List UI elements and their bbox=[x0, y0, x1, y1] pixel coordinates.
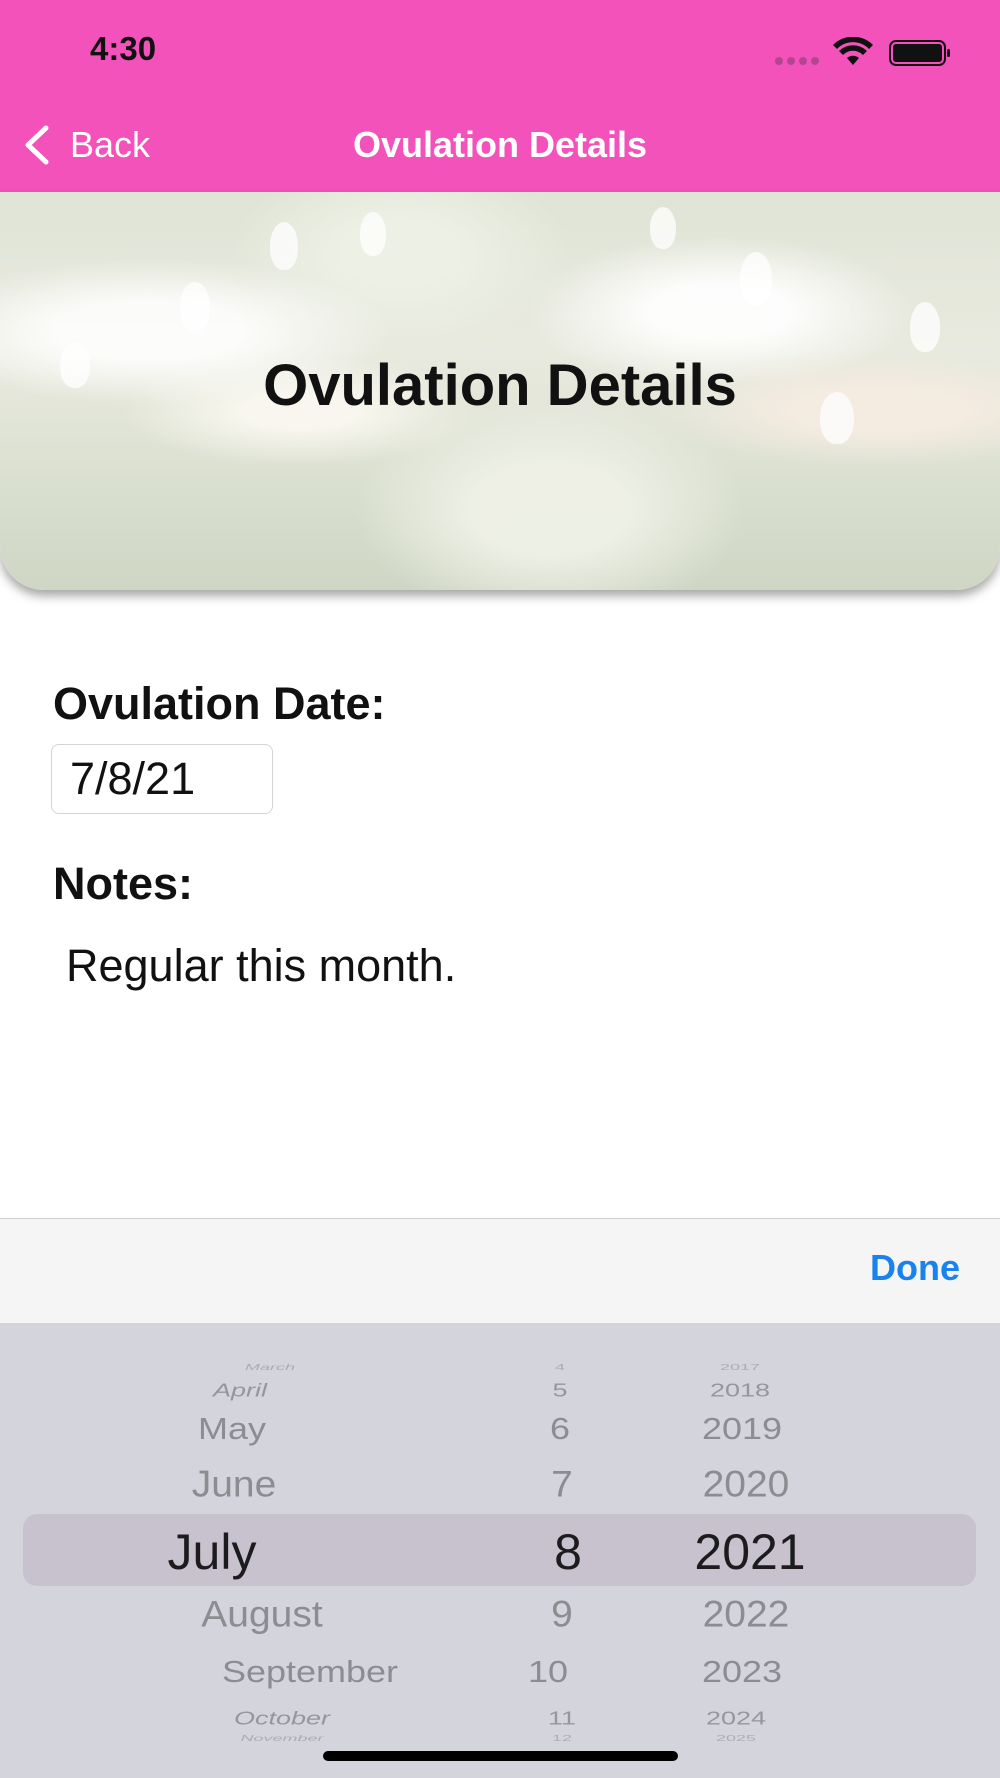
year-option[interactable]: 2022 bbox=[703, 1594, 790, 1636]
year-option[interactable]: 2025 bbox=[716, 1734, 756, 1743]
year-option[interactable]: 2018 bbox=[710, 1380, 770, 1402]
day-option[interactable]: 4 bbox=[555, 1363, 565, 1372]
notes-field[interactable]: Regular this month. bbox=[66, 940, 456, 992]
day-option[interactable]: 12 bbox=[552, 1734, 572, 1743]
picker-toolbar: Done bbox=[0, 1218, 1000, 1323]
month-option[interactable]: April bbox=[213, 1380, 267, 1402]
day-option[interactable]: 9 bbox=[551, 1594, 573, 1636]
day-option[interactable]: 7 bbox=[551, 1464, 573, 1506]
banner-title: Ovulation Details bbox=[263, 353, 737, 418]
day-option[interactable]: 8 bbox=[554, 1523, 582, 1581]
signal-dots-icon bbox=[775, 57, 821, 65]
nav-title: Ovulation Details bbox=[352, 124, 648, 165]
battery-icon bbox=[889, 40, 950, 66]
home-indicator bbox=[323, 1751, 678, 1761]
month-option[interactable]: September bbox=[222, 1654, 398, 1690]
month-option[interactable]: June bbox=[192, 1464, 277, 1506]
month-option[interactable]: May bbox=[198, 1411, 266, 1447]
ovulation-date-label: Ovulation Date: bbox=[53, 678, 386, 729]
year-option[interactable]: 2023 bbox=[702, 1654, 782, 1690]
day-option[interactable]: 5 bbox=[552, 1380, 567, 1402]
done-button[interactable]: Done bbox=[870, 1247, 960, 1289]
notes-label: Notes: bbox=[53, 858, 194, 909]
navigation-header: 4:30 Back Ovulation Details bbox=[0, 0, 1000, 192]
picker-selection-highlight bbox=[23, 1514, 976, 1586]
year-option[interactable]: 2021 bbox=[694, 1523, 805, 1581]
year-option[interactable]: 2020 bbox=[703, 1464, 790, 1506]
day-option[interactable]: 6 bbox=[550, 1411, 570, 1447]
wifi-icon bbox=[833, 37, 873, 65]
month-option[interactable]: March bbox=[245, 1363, 295, 1372]
ovulation-date-field[interactable]: 7/8/21 bbox=[51, 744, 273, 814]
day-option[interactable]: 11 bbox=[548, 1708, 576, 1730]
year-option[interactable]: 2017 bbox=[720, 1363, 760, 1372]
year-option[interactable]: 2019 bbox=[702, 1411, 782, 1447]
month-option[interactable]: November bbox=[240, 1734, 323, 1743]
month-option[interactable]: July bbox=[168, 1523, 257, 1581]
year-option[interactable]: 2024 bbox=[706, 1708, 766, 1730]
status-time: 4:30 bbox=[90, 30, 157, 67]
day-option[interactable]: 10 bbox=[528, 1654, 568, 1690]
date-picker[interactable]: March April May June July August September Octo… bbox=[0, 1323, 1000, 1778]
month-option[interactable]: October bbox=[234, 1708, 330, 1730]
banner-image: Ovulation Details bbox=[0, 192, 1000, 590]
month-option[interactable]: August bbox=[201, 1594, 322, 1636]
